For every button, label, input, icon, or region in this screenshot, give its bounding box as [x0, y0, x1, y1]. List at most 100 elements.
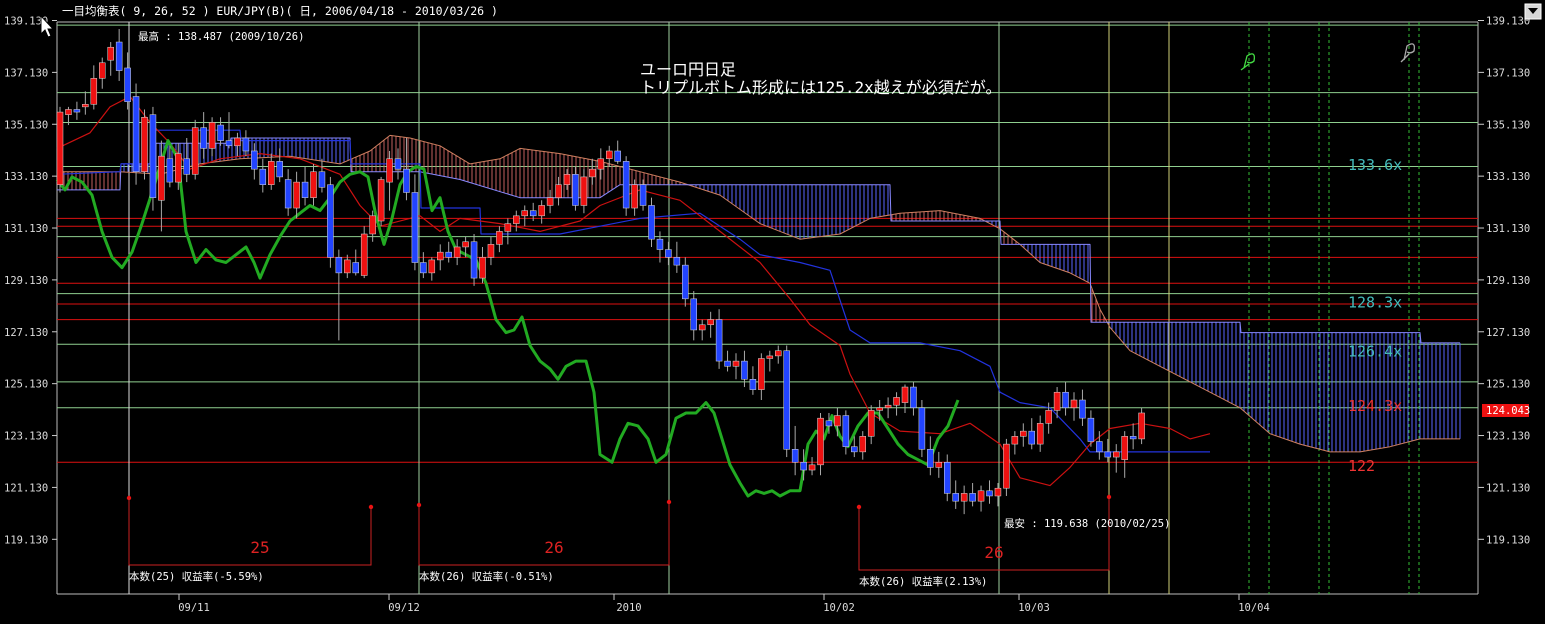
count-number: 25 [250, 538, 269, 557]
candle-body [1079, 399, 1086, 419]
candle-body [648, 205, 655, 240]
candle-body [115, 41, 123, 71]
candle-body [724, 360, 731, 367]
candle-body [268, 161, 275, 185]
left-tick-label: 131.130 [4, 223, 48, 235]
candle-body [301, 181, 309, 198]
candle-body [208, 122, 216, 149]
candle-body [360, 233, 368, 276]
candle-body [90, 78, 98, 105]
count-label: 本数(25) 収益率(-5.59%) [129, 570, 264, 583]
candle-body [775, 350, 782, 357]
candle-body [394, 158, 402, 170]
candle-body [445, 251, 452, 258]
candle-body [1062, 391, 1069, 409]
current-price: 124.043 [1486, 405, 1530, 417]
high-label: 最高 : 138.487 (2009/10/26) [138, 30, 304, 43]
candle-body [293, 181, 300, 209]
x-tick-label: 2010 [616, 602, 641, 614]
candle-body [741, 360, 748, 380]
candle-body [563, 174, 571, 185]
candle-body [859, 436, 866, 453]
candle-body [1129, 436, 1137, 440]
left-tick-label: 121.130 [4, 482, 48, 494]
candle-body [149, 114, 157, 198]
candle-body [1036, 423, 1044, 445]
candle-body [310, 171, 317, 198]
candle-body [158, 155, 165, 201]
candle-body [597, 158, 605, 170]
chart-subtitle: トリプルボトム形成には125.2x越えが必須だが。 [640, 78, 1001, 97]
candle-body [935, 462, 943, 468]
candle-body [808, 464, 816, 471]
ichimoku-chart: 25 本数(25) 収益率(-5.59%) 26 本数(26) 収益率(-0.51%)… [0, 0, 1545, 620]
candle-body [217, 124, 224, 141]
collapse-button[interactable] [1524, 3, 1542, 20]
candle-body [538, 205, 545, 217]
candle-body [977, 490, 985, 502]
candle-body [698, 324, 706, 331]
left-tick-label: 119.130 [4, 534, 48, 546]
right-tick-label: 131.130 [1486, 223, 1530, 235]
candle-body [344, 259, 351, 274]
candle-body [1028, 430, 1035, 445]
count-label: 本数(26) 収益率(2.13%) [859, 575, 987, 588]
candle-body [529, 210, 537, 217]
candle-body [99, 62, 106, 79]
low-label: 最安 : 119.638 (2010/02/25) [1004, 517, 1170, 530]
x-tick-label: 09/11 [178, 602, 210, 614]
candle-body [800, 462, 807, 471]
candle-body [225, 140, 233, 147]
candle-body [1070, 399, 1078, 409]
candle-body [918, 407, 926, 450]
candle-body [242, 137, 250, 152]
count-number: 26 [544, 538, 563, 557]
candle-body [927, 449, 934, 468]
candle-body [707, 319, 714, 326]
candle-body [1121, 436, 1128, 460]
candle-body [825, 420, 833, 427]
candle-body [284, 179, 292, 209]
candle-body [428, 259, 436, 274]
candle-body [952, 493, 959, 502]
candle-body [369, 215, 376, 235]
candle-body [1003, 443, 1010, 489]
candle-body [462, 241, 469, 248]
candle-body [496, 231, 503, 245]
level-label: 122 [1348, 457, 1375, 475]
level-label: 124.3x [1348, 397, 1402, 415]
candle-body [555, 184, 562, 198]
candle-body [470, 241, 478, 279]
candle-body [791, 449, 799, 463]
left-tick-label: 137.130 [4, 67, 48, 79]
level-label: 126.4x [1348, 343, 1402, 361]
x-tick-label: 10/02 [823, 602, 855, 614]
candle-body [487, 244, 495, 258]
candle-body [377, 179, 385, 222]
left-tick-label: 123.130 [4, 431, 48, 443]
candle-body [901, 386, 909, 403]
candle-body [504, 223, 512, 232]
candle-body [639, 184, 647, 206]
candle-body [1096, 441, 1103, 453]
candle-body [732, 360, 740, 367]
candle-body [834, 415, 841, 427]
candle-body [876, 407, 883, 411]
candle-body [200, 127, 207, 149]
candle-body [166, 158, 174, 183]
candle-body [969, 493, 976, 502]
candle-body [606, 150, 613, 160]
candle-body [107, 46, 114, 61]
right-tick-label: 127.130 [1486, 327, 1530, 339]
count-label: 本数(26) 収益率(-0.51%) [419, 570, 554, 583]
candle-body [893, 397, 900, 406]
candle-body [631, 184, 638, 209]
candle-body [690, 298, 697, 331]
right-tick-label: 129.130 [1486, 275, 1530, 287]
candle-body [453, 246, 461, 258]
candle-body [867, 410, 875, 437]
candle-body [944, 462, 951, 494]
candle-body [437, 251, 444, 261]
candle-body [276, 161, 283, 178]
candle-body [665, 249, 672, 258]
